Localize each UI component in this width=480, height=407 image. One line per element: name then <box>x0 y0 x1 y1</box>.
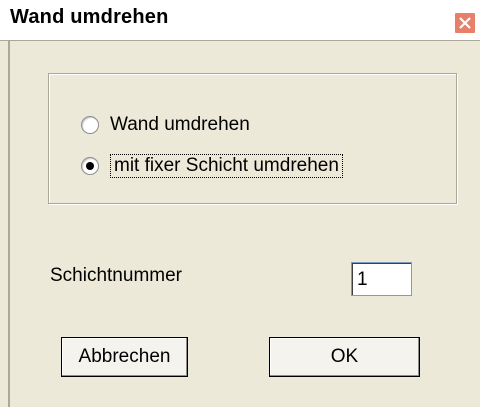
radio-button-selected[interactable] <box>81 157 99 175</box>
window-title: Wand umdrehen <box>10 6 169 28</box>
layer-number-input[interactable]: 1 <box>351 262 412 296</box>
close-icon <box>459 17 471 29</box>
radio-option-fixed-layer[interactable]: mit fixer Schicht umdrehen <box>81 154 343 178</box>
title-bar[interactable]: Wand umdrehen <box>0 0 480 41</box>
layer-number-label: Schichtnummer <box>50 265 182 286</box>
ok-button[interactable]: OK <box>269 337 420 377</box>
radio-label-fixed-layer: mit fixer Schicht umdrehen <box>110 154 343 178</box>
dialog-window: Wand umdrehen Wand umdrehen mit fixer Sc… <box>0 0 480 407</box>
radio-selected-dot <box>86 162 94 170</box>
window-left-border <box>8 41 10 407</box>
cancel-button[interactable]: Abbrechen <box>61 337 188 377</box>
close-button[interactable] <box>454 12 476 34</box>
radio-button-unselected[interactable] <box>81 116 99 134</box>
radio-label-wand-umdrehen: Wand umdrehen <box>110 114 250 135</box>
option-group: Wand umdrehen mit fixer Schicht umdrehen <box>48 73 457 204</box>
radio-option-wand-umdrehen[interactable]: Wand umdrehen <box>81 114 250 136</box>
